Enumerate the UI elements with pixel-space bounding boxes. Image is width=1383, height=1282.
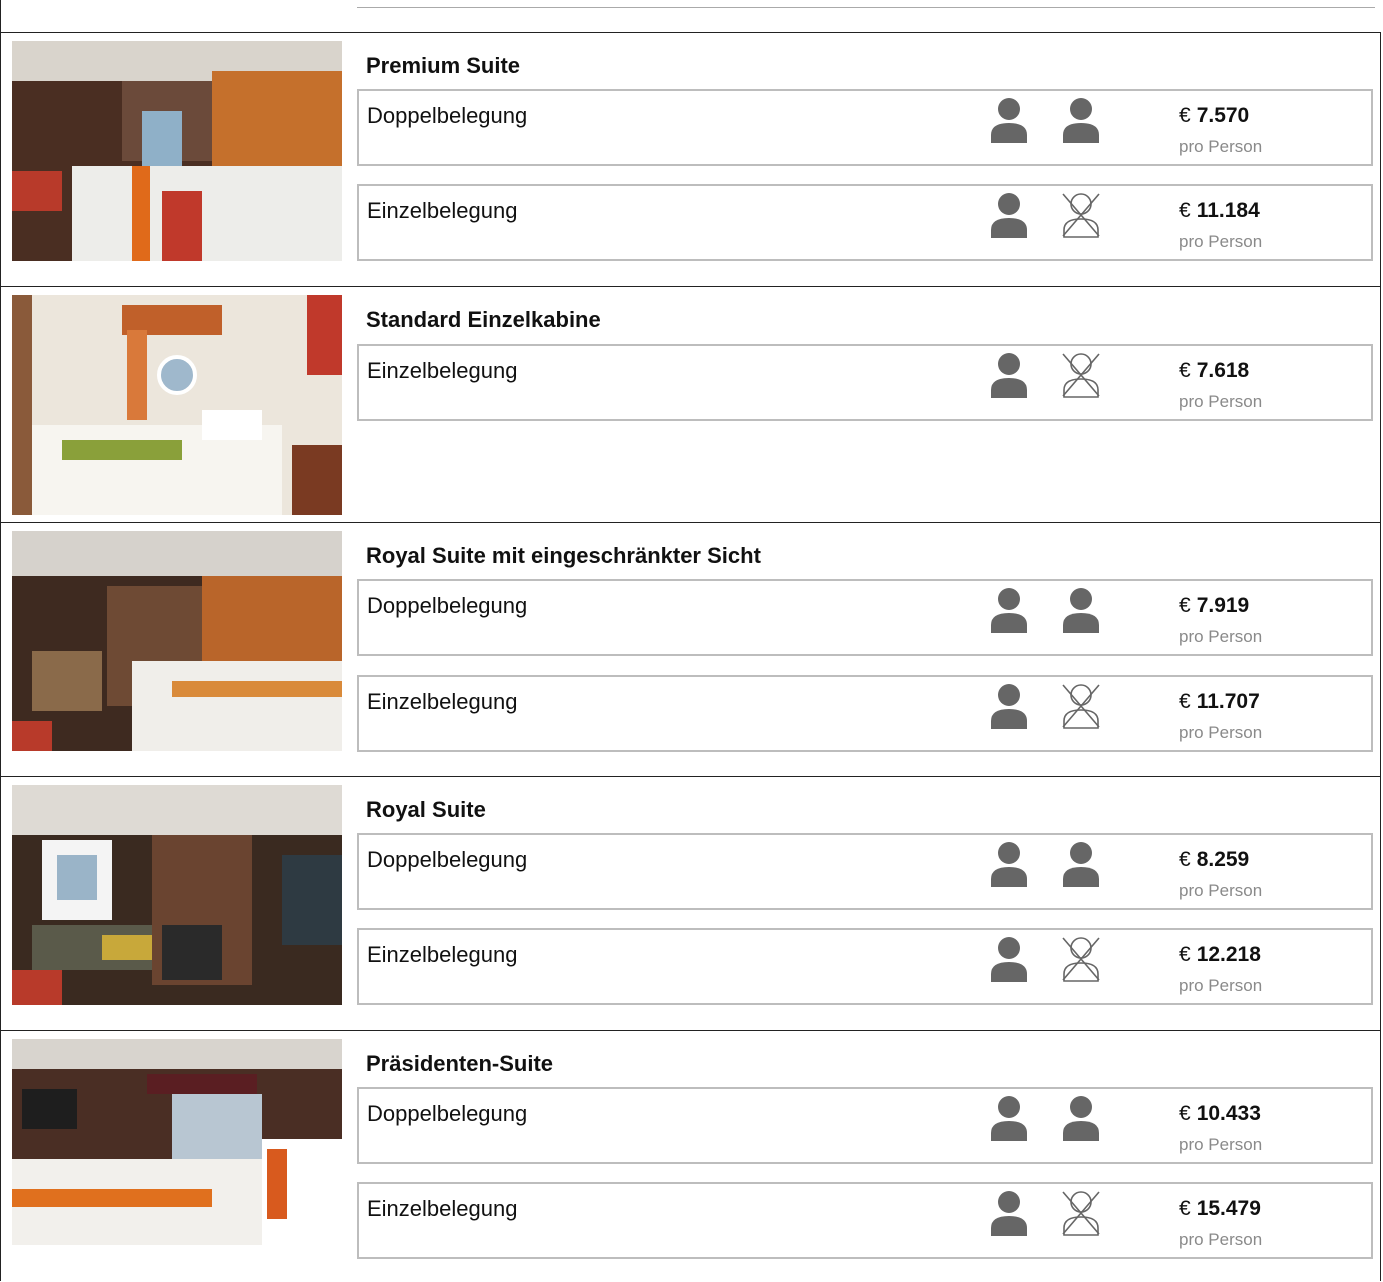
cabin-title: Präsidenten-Suite <box>366 1051 554 1076</box>
occupancy-label: Doppelbelegung <box>367 593 528 618</box>
person-icon <box>991 98 1027 143</box>
cabin-photo[interactable] <box>12 785 342 1005</box>
occupancy-label: Doppelbelegung <box>367 847 528 872</box>
occupancy-label: Einzelbelegung <box>367 942 518 967</box>
person-icon <box>1063 842 1099 887</box>
per-person-label: pro Person <box>1179 137 1263 156</box>
price-amount: 15.479 <box>1196 1197 1261 1220</box>
price: €12.218 <box>1179 943 1261 967</box>
per-person-label: pro Person <box>1179 976 1263 995</box>
cabin-photo[interactable] <box>12 295 342 515</box>
rate-row[interactable]: Doppelbelegung €10.433 pro Person <box>357 1087 1373 1164</box>
price-amount: 11.707 <box>1196 690 1260 713</box>
occupancy-label: Doppelbelegung <box>367 103 528 128</box>
cabin-premium-suite: Premium Suite Doppelbelegung €7.570 pro … <box>0 32 1381 286</box>
price-amount: 12.218 <box>1196 943 1261 966</box>
person-icon <box>991 193 1027 238</box>
price: €10.433 <box>1179 1102 1261 1126</box>
price-amount: 7.919 <box>1196 594 1250 617</box>
person-icon <box>991 1191 1027 1236</box>
currency-symbol: € <box>1179 104 1191 127</box>
per-person-label: pro Person <box>1179 392 1263 411</box>
person-icon <box>991 588 1027 633</box>
rate-row[interactable]: Doppelbelegung €7.570 pro Person <box>357 89 1373 166</box>
price: €7.618 <box>1179 359 1249 383</box>
price: €8.259 <box>1179 848 1249 872</box>
per-person-label: pro Person <box>1179 627 1263 646</box>
top-divider <box>357 7 1375 8</box>
price: €11.707 <box>1179 690 1260 714</box>
price: €15.479 <box>1179 1197 1261 1221</box>
cabin-title: Royal Suite mit eingeschränkter Sicht <box>366 543 761 568</box>
person-crossed-icon <box>1062 1191 1100 1236</box>
price: €7.570 <box>1179 104 1249 128</box>
cabin-title: Royal Suite <box>366 797 486 822</box>
person-icon <box>1063 1096 1099 1141</box>
price: €7.919 <box>1179 594 1249 618</box>
person-icon <box>991 684 1027 729</box>
price-amount: 7.618 <box>1196 359 1250 382</box>
rate-row[interactable]: Doppelbelegung €7.919 pro Person <box>357 579 1373 656</box>
cabin-royal-suite-eingeschraenkt: Royal Suite mit eingeschränkter Sicht Do… <box>0 522 1381 776</box>
price-amount: 8.259 <box>1196 848 1250 871</box>
rate-row[interactable]: Einzelbelegung €11.184 pro Person <box>357 184 1373 261</box>
rate-row[interactable]: Doppelbelegung €8.259 pro Person <box>357 833 1373 910</box>
currency-symbol: € <box>1179 199 1191 222</box>
occupancy-label: Einzelbelegung <box>367 198 518 223</box>
cabin-praesidenten-suite: Präsidenten-Suite Doppelbelegung €10.433… <box>0 1030 1381 1282</box>
per-person-label: pro Person <box>1179 1135 1263 1154</box>
rate-row[interactable]: Einzelbelegung €12.218 pro Person <box>357 928 1373 1005</box>
cabin-photo[interactable] <box>12 41 342 261</box>
cabin-title: Standard Einzelkabine <box>366 307 601 332</box>
person-crossed-icon <box>1062 684 1100 729</box>
person-icon <box>991 937 1027 982</box>
person-icon <box>991 353 1027 398</box>
per-person-label: pro Person <box>1179 1230 1263 1249</box>
currency-symbol: € <box>1179 1197 1191 1220</box>
price-amount: 7.570 <box>1196 104 1250 127</box>
currency-symbol: € <box>1179 1102 1191 1125</box>
cabin-photo[interactable] <box>12 1039 342 1245</box>
cabin-title: Premium Suite <box>366 53 521 78</box>
currency-symbol: € <box>1179 848 1191 871</box>
rate-row[interactable]: Einzelbelegung €7.618 pro Person <box>357 344 1373 421</box>
person-crossed-icon <box>1062 193 1100 238</box>
occupancy-label: Einzelbelegung <box>367 358 518 383</box>
per-person-label: pro Person <box>1179 232 1263 251</box>
person-icon <box>1063 588 1099 633</box>
person-icon <box>1063 98 1099 143</box>
rate-row[interactable]: Einzelbelegung €15.479 pro Person <box>357 1182 1373 1259</box>
price-amount: 10.433 <box>1196 1102 1261 1125</box>
currency-symbol: € <box>1179 943 1191 966</box>
price-amount: 11.184 <box>1196 199 1260 222</box>
person-crossed-icon <box>1062 937 1100 982</box>
currency-symbol: € <box>1179 594 1191 617</box>
person-crossed-icon <box>1062 353 1100 398</box>
cabin-royal-suite: Royal Suite Doppelbelegung €8.259 pro Pe… <box>0 776 1381 1030</box>
occupancy-label: Doppelbelegung <box>367 1101 528 1126</box>
cabin-photo[interactable] <box>12 531 342 751</box>
currency-symbol: € <box>1179 690 1191 713</box>
currency-symbol: € <box>1179 359 1191 382</box>
price: €11.184 <box>1179 199 1260 223</box>
cabin-standard-einzelkabine: Standard Einzelkabine Einzelbelegung €7.… <box>0 286 1381 522</box>
rate-row[interactable]: Einzelbelegung €11.707 pro Person <box>357 675 1373 752</box>
occupancy-label: Einzelbelegung <box>367 1196 518 1221</box>
person-icon <box>991 1096 1027 1141</box>
occupancy-label: Einzelbelegung <box>367 689 518 714</box>
per-person-label: pro Person <box>1179 881 1263 900</box>
person-icon <box>991 842 1027 887</box>
per-person-label: pro Person <box>1179 723 1263 742</box>
